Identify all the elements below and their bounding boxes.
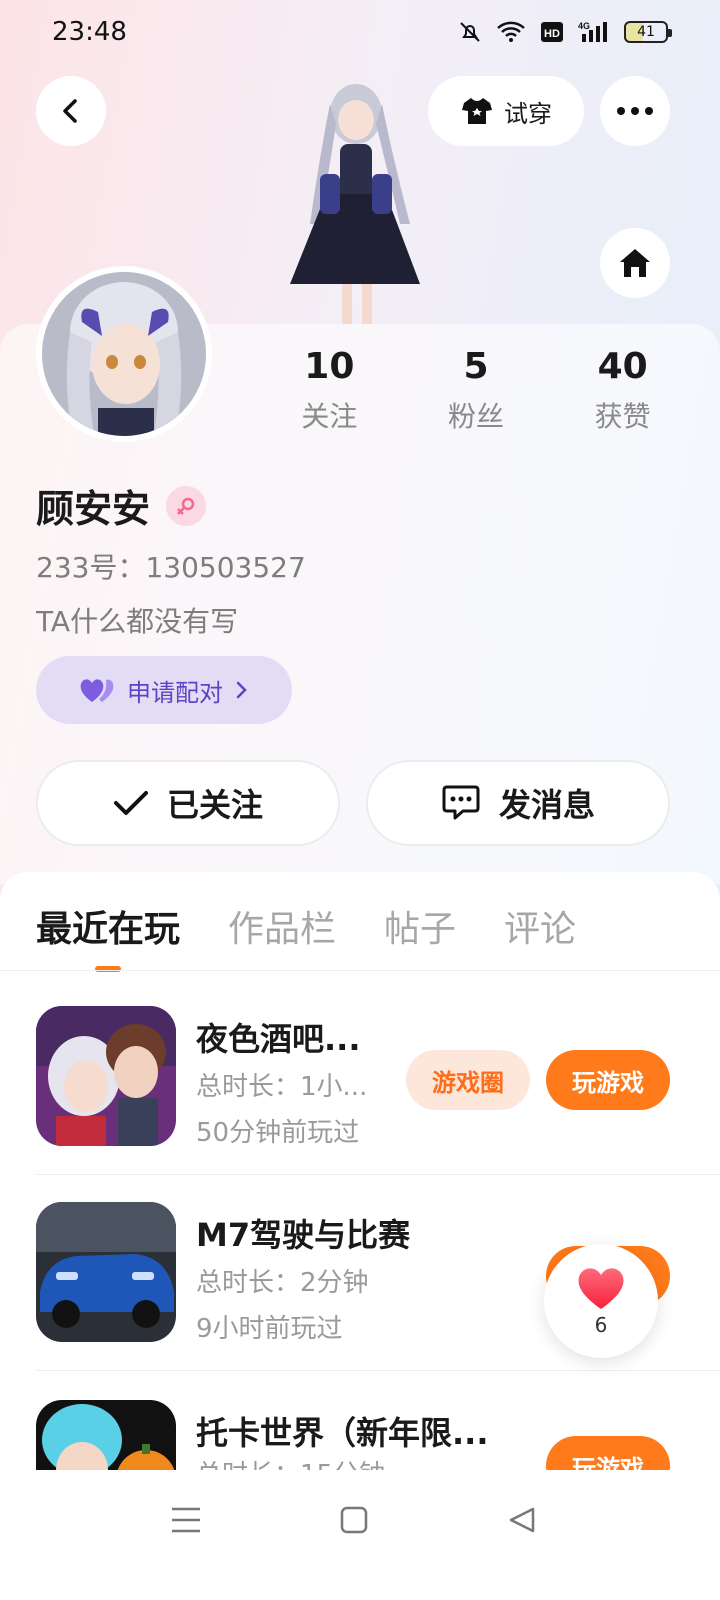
status-bar: 23:48 HD 4G 41: [0, 0, 720, 64]
stat-likes[interactable]: 40 获赞: [549, 346, 696, 435]
tabs-divider: [0, 970, 720, 971]
game-duration: 总时长：2分钟: [196, 1268, 369, 1298]
game-title: 托卡世界（新年限...: [196, 1414, 489, 1452]
avatar-portrait: [42, 272, 206, 436]
stat-following[interactable]: 10 关注: [256, 346, 403, 435]
like-float-button[interactable]: 6: [544, 1244, 658, 1358]
back-button[interactable]: [36, 76, 106, 146]
menu-lines-icon: [172, 1507, 200, 1533]
profile-avatar[interactable]: [36, 266, 212, 442]
like-count: 6: [594, 1313, 608, 1337]
stat-followers-number: 5: [463, 346, 489, 387]
following-button[interactable]: 已关注: [36, 760, 340, 846]
game-last-played: 9小时前玩过: [196, 1314, 343, 1344]
signal-4g-icon: 4G: [578, 20, 610, 44]
square-icon: [340, 1506, 368, 1534]
battery-icon: 41: [624, 21, 672, 43]
hd-icon: HD: [540, 21, 564, 43]
character-avatar-figure: [260, 74, 450, 324]
name-row: 顾安安: [36, 478, 207, 533]
tshirt-icon: [462, 98, 492, 124]
double-heart-icon: [80, 679, 114, 702]
try-on-button[interactable]: 试穿: [428, 76, 584, 146]
chevron-left-icon: [63, 99, 77, 123]
back-nav-button[interactable]: [502, 1500, 542, 1540]
game-list-item[interactable]: 托卡世界（新年限... 总时长：15分钟 玩游戏: [36, 1400, 684, 1470]
send-message-button[interactable]: 发消息: [366, 760, 670, 846]
game-icon-night-bar: [36, 1006, 176, 1146]
stat-followers[interactable]: 5 粉丝: [403, 346, 550, 435]
game-last-played: 50分钟前玩过: [196, 1118, 360, 1148]
home-icon: [620, 249, 650, 277]
triangle-back-icon: [509, 1507, 535, 1533]
more-button[interactable]: [600, 76, 670, 146]
send-message-label: 发消息: [498, 786, 595, 824]
tab-posts[interactable]: 帖子: [384, 900, 456, 960]
recent-apps-button[interactable]: [166, 1500, 206, 1540]
stat-following-label: 关注: [301, 400, 358, 433]
play-game-button[interactable]: 玩游戏: [546, 1436, 670, 1470]
tab-comments[interactable]: 评论: [504, 900, 576, 960]
mute-bell-icon: [458, 20, 482, 44]
game-icon-toca-world: [36, 1400, 176, 1470]
chevron-right-icon: [236, 681, 247, 699]
profile-id: 233号：130503527: [36, 551, 306, 584]
svg-text:4G: 4G: [578, 21, 590, 31]
following-label: 已关注: [166, 786, 263, 824]
profile-bio: TA什么都没有写: [36, 605, 239, 638]
tab-recently-played[interactable]: 最近在玩: [36, 900, 180, 960]
game-circle-button[interactable]: 游戏圈: [406, 1050, 530, 1110]
checkmark-icon: [113, 791, 148, 815]
status-time: 23:48: [52, 17, 127, 47]
svg-text:HD: HD: [544, 28, 560, 40]
game-list-item[interactable]: 夜色酒吧... 总时长：1小... 50分钟前玩过 游戏圈 玩游戏: [36, 1006, 684, 1186]
chat-bubble-icon: [442, 785, 480, 820]
play-game-button[interactable]: 玩游戏: [546, 1050, 670, 1110]
request-match-label: 申请配对: [127, 678, 223, 707]
row-divider: [36, 1174, 720, 1175]
stat-following-number: 10: [304, 346, 355, 387]
profile-tabs: 最近在玩 作品栏 帖子 评论: [36, 900, 576, 960]
game-title: M7驾驶与比赛: [196, 1216, 411, 1254]
more-dots-icon: [617, 107, 653, 115]
profile-stats: 10 关注 5 粉丝 40 获赞: [256, 346, 696, 435]
wifi-icon: [496, 21, 526, 43]
game-duration: 总时长：15分钟: [196, 1454, 385, 1470]
row-divider: [36, 1370, 720, 1371]
stat-likes-label: 获赞: [594, 400, 651, 433]
home-nav-button[interactable]: [334, 1500, 374, 1540]
tab-works[interactable]: 作品栏: [228, 900, 336, 960]
heart-icon: [578, 1268, 624, 1309]
home-button[interactable]: [600, 228, 670, 298]
female-gender-icon: [166, 485, 207, 526]
game-duration: 总时长：1小...: [196, 1072, 368, 1102]
try-on-label: 试穿: [504, 99, 552, 128]
stat-followers-label: 粉丝: [448, 400, 505, 433]
request-match-button[interactable]: 申请配对: [36, 656, 292, 724]
game-icon-m7-driving: [36, 1202, 176, 1342]
game-title: 夜色酒吧...: [196, 1020, 361, 1058]
stat-likes-number: 40: [597, 346, 648, 387]
profile-name: 顾安安: [36, 487, 151, 531]
